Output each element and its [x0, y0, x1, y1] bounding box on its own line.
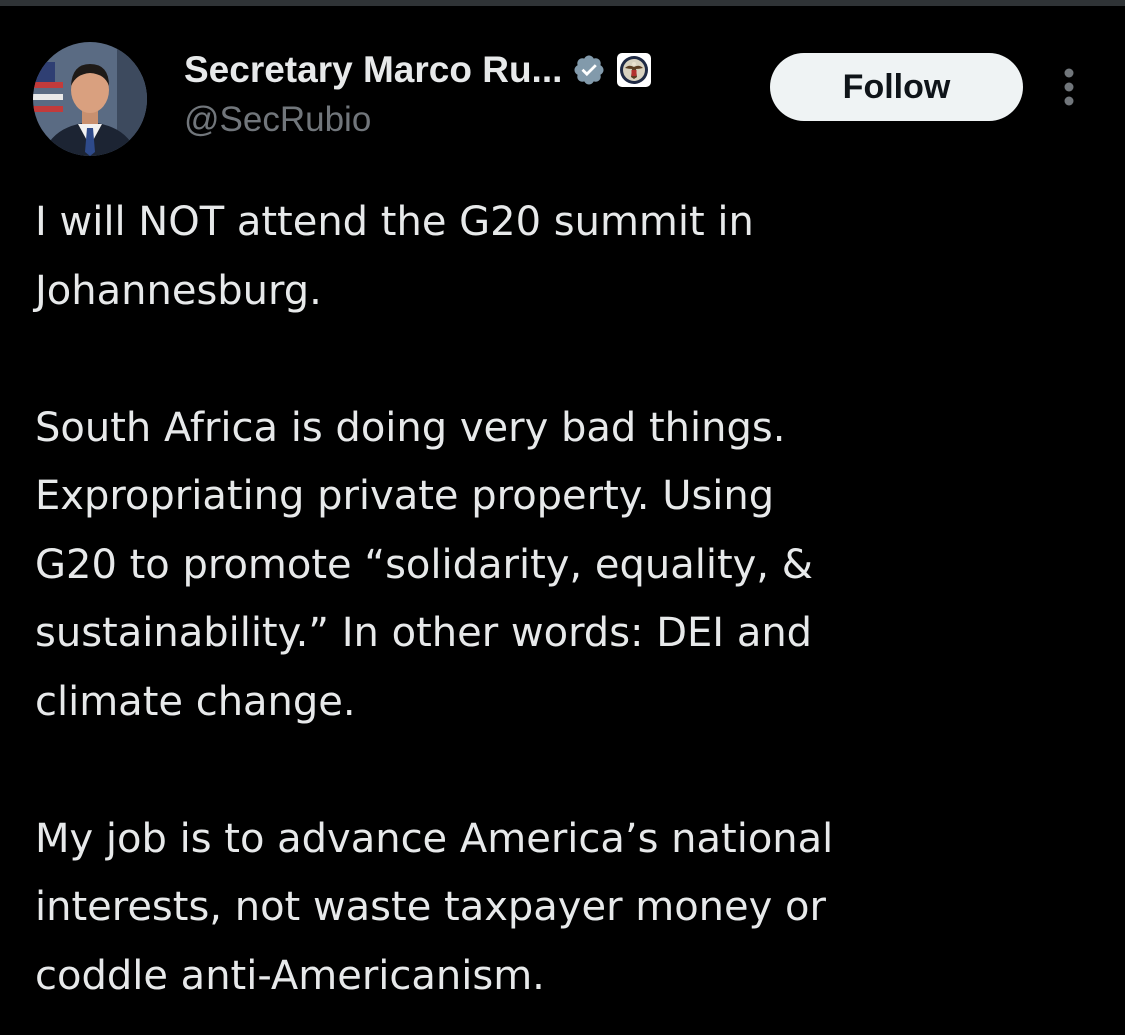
state-department-seal-icon[interactable] — [616, 52, 652, 88]
profile-photo — [33, 42, 147, 156]
follow-button[interactable]: Follow — [770, 53, 1023, 121]
author-name-row: Secretary Marco Ru... — [184, 44, 652, 96]
verified-badge-icon[interactable] — [572, 53, 606, 87]
tweet-paragraph: My job is to advance America’s national … — [35, 815, 834, 999]
author-display-name[interactable]: Secretary Marco Ru... — [184, 49, 562, 91]
tweet-paragraph: South Africa is doing very bad things. E… — [35, 404, 813, 725]
top-divider — [0, 0, 1125, 6]
avatar[interactable] — [33, 42, 147, 156]
tweet-paragraph: I will NOT attend the G20 summit in Joha… — [35, 199, 754, 314]
more-options-icon[interactable] — [1055, 62, 1083, 112]
author-handle[interactable]: @SecRubio — [184, 100, 371, 140]
tweet-text: I will NOT attend the G20 summit in Joha… — [35, 188, 1095, 1010]
